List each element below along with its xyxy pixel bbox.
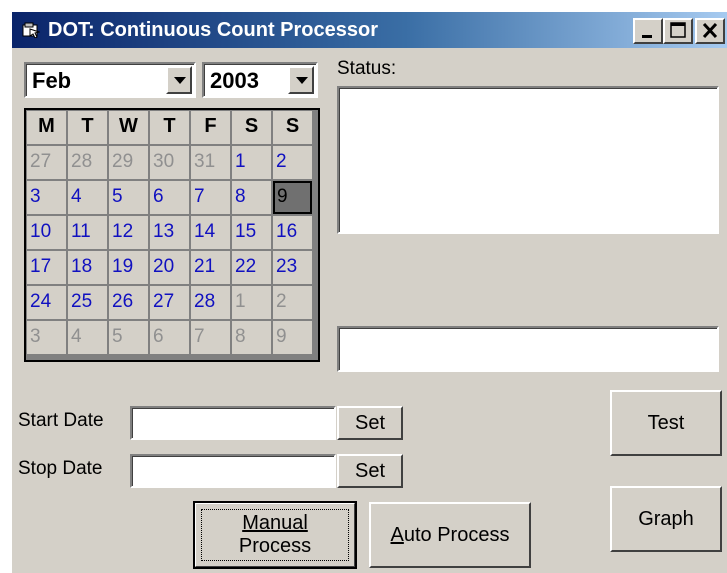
month-combo[interactable]: Feb	[24, 62, 196, 98]
calendar-day[interactable]: 7	[191, 181, 230, 214]
weekday-header: S	[273, 111, 312, 144]
app-icon[interactable]	[22, 22, 41, 39]
calendar-day[interactable]: 27	[150, 286, 189, 319]
window-title: DOT: Continuous Count Processor	[48, 19, 378, 41]
calendar-day[interactable]: 28	[191, 286, 230, 319]
calendar-day[interactable]: 22	[232, 251, 271, 284]
graph-label: Graph	[638, 508, 694, 530]
set-stop-date-button[interactable]: Set	[337, 454, 403, 488]
calendar-day-other-month[interactable]: 29	[109, 146, 148, 179]
calendar-day-other-month[interactable]: 2	[273, 286, 312, 319]
start-date-label: Start Date	[18, 410, 104, 431]
close-button[interactable]	[695, 18, 725, 44]
focus-rect	[201, 509, 349, 561]
chevron-down-icon	[174, 77, 186, 84]
calendar-day[interactable]: 1	[232, 146, 271, 179]
app-window: DOT: Continuous Count Processor Feb 2003…	[10, 10, 727, 573]
calendar-day[interactable]: 25	[68, 286, 107, 319]
weekday-header: T	[68, 111, 107, 144]
calendar-day-other-month[interactable]: 7	[191, 321, 230, 354]
auto-process-label: uto Process	[403, 524, 510, 546]
status-line-textbox[interactable]	[337, 326, 719, 372]
auto-process-mnemonic: A	[390, 524, 404, 546]
chevron-down-icon	[296, 77, 308, 84]
calendar-day-other-month[interactable]: 6	[150, 321, 189, 354]
calendar-day-other-month[interactable]: 28	[68, 146, 107, 179]
calendar-day-other-month[interactable]: 30	[150, 146, 189, 179]
calendar-day-other-month[interactable]: 3	[27, 321, 66, 354]
weekday-header: F	[191, 111, 230, 144]
weekday-header: M	[27, 111, 66, 144]
graph-button[interactable]: Graph	[610, 486, 722, 552]
year-dropdown-button[interactable]	[288, 66, 314, 94]
year-value: 2003	[210, 68, 259, 93]
weekday-header: W	[109, 111, 148, 144]
calendar-day[interactable]: 15	[232, 216, 271, 249]
set-start-date-button[interactable]: Set	[337, 406, 403, 440]
calendar-day[interactable]: 4	[68, 181, 107, 214]
calendar-day[interactable]: 16	[273, 216, 312, 249]
calendar-day-other-month[interactable]: 1	[232, 286, 271, 319]
calendar-day[interactable]: 26	[109, 286, 148, 319]
month-dropdown-button[interactable]	[166, 66, 192, 94]
calendar-day[interactable]: 8	[232, 181, 271, 214]
calendar-grid: M T W T F S S 27 28 29 30 31 1 2 3 4 5 6 7 8 9 10 11 12 13 14 15 16…	[24, 108, 320, 362]
calendar-day[interactable]: 18	[68, 251, 107, 284]
calendar-day-other-month[interactable]: 8	[232, 321, 271, 354]
calendar-day[interactable]: 10	[27, 216, 66, 249]
manual-process-button[interactable]: Manual Process	[193, 501, 357, 569]
calendar-day[interactable]: 2	[273, 146, 312, 179]
calendar-day[interactable]: 3	[27, 181, 66, 214]
start-date-field[interactable]	[130, 406, 336, 440]
calendar-day-other-month[interactable]: 9	[273, 321, 312, 354]
weekday-header: S	[232, 111, 271, 144]
calendar-day-other-month[interactable]: 31	[191, 146, 230, 179]
calendar-day[interactable]: 11	[68, 216, 107, 249]
stop-date-field[interactable]	[130, 454, 336, 488]
calendar-day[interactable]: 12	[109, 216, 148, 249]
status-textbox[interactable]	[337, 86, 719, 234]
calendar-day[interactable]: 20	[150, 251, 189, 284]
weekday-header: T	[150, 111, 189, 144]
calendar-day[interactable]: 14	[191, 216, 230, 249]
set-stop-label: Set	[354, 460, 386, 482]
calendar-day-other-month[interactable]: 27	[27, 146, 66, 179]
set-start-label: Set	[354, 412, 386, 434]
test-label: Test	[647, 412, 685, 434]
stop-date-label: Stop Date	[18, 458, 103, 479]
status-label: Status:	[337, 58, 397, 79]
calendar-day[interactable]: 23	[273, 251, 312, 284]
calendar-day-other-month[interactable]: 4	[68, 321, 107, 354]
calendar-day[interactable]: 21	[191, 251, 230, 284]
calendar-day[interactable]: 17	[27, 251, 66, 284]
calendar-day[interactable]: 6	[150, 181, 189, 214]
calendar-day[interactable]: 9	[273, 181, 312, 214]
minimize-button[interactable]	[633, 18, 663, 44]
month-value: Feb	[32, 68, 72, 93]
calendar-day[interactable]: 24	[27, 286, 66, 319]
title-bar[interactable]: DOT: Continuous Count Processor	[12, 12, 727, 48]
calendar-day[interactable]: 19	[109, 251, 148, 284]
test-button[interactable]: Test	[610, 390, 722, 456]
auto-process-button[interactable]: Auto Process	[369, 502, 531, 568]
maximize-button[interactable]	[663, 18, 693, 44]
calendar-day[interactable]: 13	[150, 216, 189, 249]
calendar-day[interactable]: 5	[109, 181, 148, 214]
year-combo[interactable]: 2003	[202, 62, 318, 98]
calendar-day-other-month[interactable]: 5	[109, 321, 148, 354]
